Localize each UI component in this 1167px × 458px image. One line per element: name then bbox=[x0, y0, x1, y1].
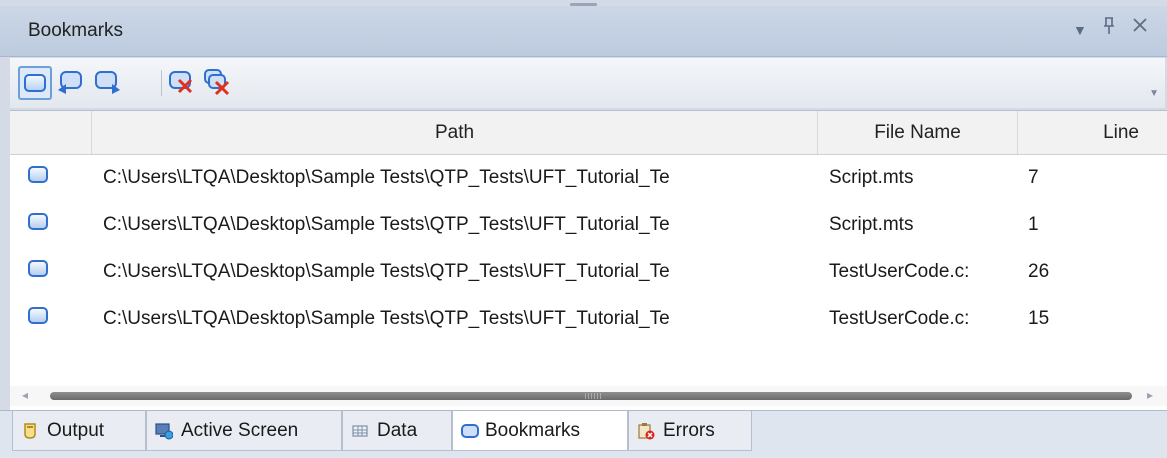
bookmark-icon bbox=[28, 307, 48, 324]
errors-icon bbox=[638, 422, 655, 439]
column-header-line[interactable]: Line bbox=[1018, 111, 1167, 154]
tab-label: Active Screen bbox=[181, 419, 299, 441]
cell-line: 1 bbox=[1028, 214, 1039, 235]
scroll-left-icon[interactable]: ◂ bbox=[22, 388, 28, 402]
bookmark-icon bbox=[24, 74, 46, 92]
table-header: Path File Name Line bbox=[10, 111, 1167, 155]
cell-file-name: TestUserCode.c: bbox=[829, 261, 970, 282]
tab-label: Output bbox=[47, 419, 105, 441]
cell-path: C:\Users\LTQA\Desktop\Sample Tests\QTP_T… bbox=[103, 261, 670, 282]
pane-title-bar: Bookmarks ▼ bbox=[0, 6, 1167, 57]
scroll-right-icon[interactable]: ▸ bbox=[1147, 388, 1153, 402]
delete-all-bookmarks-button[interactable] bbox=[202, 66, 234, 98]
tab-label: Data bbox=[377, 419, 418, 441]
cell-line: 26 bbox=[1028, 261, 1050, 282]
active-screen-icon bbox=[155, 422, 173, 439]
tab-label: Bookmarks bbox=[485, 419, 581, 441]
toggle-bookmark-button[interactable] bbox=[18, 66, 52, 100]
tab-active-screen[interactable]: Active Screen bbox=[146, 411, 342, 451]
cell-path: C:\Users\LTQA\Desktop\Sample Tests\QTP_T… bbox=[103, 214, 670, 235]
next-bookmark-button[interactable] bbox=[92, 66, 124, 98]
bookmark-prev-icon bbox=[58, 71, 82, 94]
bookmarks-pane: Bookmarks ▼ ▼ Path File Name Line C:\Use… bbox=[0, 0, 1167, 458]
bookmark-icon bbox=[461, 423, 479, 438]
cell-file-name: Script.mts bbox=[829, 167, 914, 188]
bookmark-next-icon bbox=[95, 71, 120, 94]
scrollbar-grip bbox=[585, 393, 601, 399]
cell-path: C:\Users\LTQA\Desktop\Sample Tests\QTP_T… bbox=[103, 167, 670, 188]
cell-file-name: TestUserCode.c: bbox=[829, 308, 970, 329]
bookmark-icon bbox=[28, 260, 48, 277]
bookmarks-table: Path File Name Line C:\Users\LTQA\Deskto… bbox=[10, 110, 1167, 411]
data-table-icon bbox=[352, 424, 368, 437]
bottom-tab-strip: Output Active Screen Data Bookmarks Erro… bbox=[0, 410, 1167, 458]
cell-line: 7 bbox=[1028, 167, 1039, 188]
delete-bookmark-button[interactable] bbox=[166, 66, 198, 98]
bookmark-delete-all-icon bbox=[204, 69, 230, 96]
tab-label: Errors bbox=[663, 419, 715, 441]
table-row[interactable]: C:\Users\LTQA\Desktop\Sample Tests\QTP_T… bbox=[10, 154, 1167, 201]
table-row[interactable]: C:\Users\LTQA\Desktop\Sample Tests\QTP_T… bbox=[10, 248, 1167, 295]
pane-title: Bookmarks bbox=[28, 20, 124, 41]
output-icon bbox=[24, 422, 36, 439]
tab-bookmarks[interactable]: Bookmarks bbox=[452, 411, 628, 451]
pane-menu-chevron-icon[interactable]: ▼ bbox=[1073, 22, 1087, 38]
toolbar-overflow-icon[interactable]: ▼ bbox=[1149, 88, 1159, 99]
toolbar-separator bbox=[161, 70, 162, 96]
column-header-file-name[interactable]: File Name bbox=[818, 111, 1018, 154]
pin-icon[interactable] bbox=[1102, 16, 1116, 42]
bookmark-delete-icon bbox=[169, 71, 193, 94]
tab-data[interactable]: Data bbox=[342, 411, 452, 451]
column-header-icon[interactable] bbox=[10, 111, 92, 154]
previous-bookmark-button[interactable] bbox=[54, 66, 86, 98]
horizontal-scrollbar[interactable]: ◂ ▸ bbox=[10, 386, 1167, 406]
table-row[interactable]: C:\Users\LTQA\Desktop\Sample Tests\QTP_T… bbox=[10, 295, 1167, 342]
close-icon[interactable] bbox=[1132, 16, 1148, 39]
bookmark-icon bbox=[28, 213, 48, 230]
tab-errors[interactable]: Errors bbox=[628, 411, 752, 451]
table-row[interactable]: C:\Users\LTQA\Desktop\Sample Tests\QTP_T… bbox=[10, 201, 1167, 248]
cell-path: C:\Users\LTQA\Desktop\Sample Tests\QTP_T… bbox=[103, 308, 670, 329]
tab-output[interactable]: Output bbox=[12, 411, 146, 451]
bookmarks-toolbar: ▼ bbox=[10, 58, 1165, 108]
column-header-path[interactable]: Path bbox=[92, 111, 818, 154]
cell-line: 15 bbox=[1028, 308, 1050, 329]
cell-file-name: Script.mts bbox=[829, 214, 914, 235]
bookmark-icon bbox=[28, 166, 48, 183]
